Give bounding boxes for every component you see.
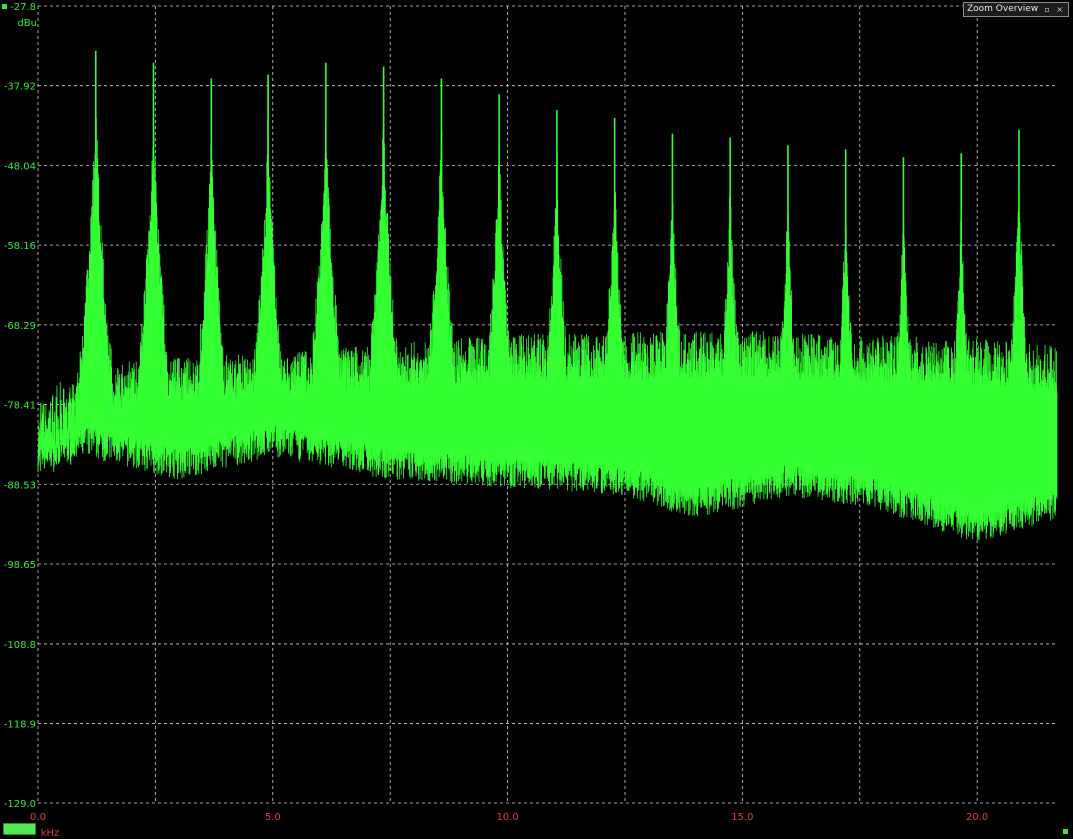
y-tick-label: -58.16 — [4, 241, 36, 252]
y-tick-label: -98.65 — [4, 560, 36, 571]
x-tick-label: 15.0 — [731, 812, 753, 823]
y-tick-label: -118.9 — [4, 719, 36, 730]
y-tick-label: -129.0 — [4, 799, 36, 810]
y-tick-label: -78.41 — [4, 401, 36, 412]
resize-handle-icon[interactable] — [1063, 829, 1068, 834]
y-tick-label: -68.29 — [4, 321, 36, 332]
x-tick-label: 0.0 — [30, 812, 46, 823]
zoom-overview-panel[interactable]: Zoom Overview ▫ × — [963, 2, 1069, 17]
y-axis-top-marker — [2, 4, 7, 9]
x-tick-label: 10.0 — [496, 812, 518, 823]
x-tick-label: 5.0 — [265, 812, 281, 823]
panel-window-buttons[interactable]: ▫ × — [1044, 3, 1065, 16]
y-unit-label: dBu — [17, 18, 37, 29]
y-tick-label: -108.8 — [4, 640, 36, 651]
x-unit-label: kHz — [41, 828, 60, 839]
spectrum-chart[interactable]: -27.8 -37.92 -48.04 -58.16 -68.29 -78.41 -88.5… — [0, 0, 1073, 839]
zoom-overview-title: Zoom Overview — [967, 4, 1039, 14]
x-tick-label: 20.0 — [966, 812, 988, 823]
y-tick-label: -37.92 — [4, 82, 36, 93]
y-tick-label: -48.04 — [4, 161, 36, 172]
y-tick-label: -27.8 — [10, 2, 36, 13]
y-tick-label: -88.53 — [4, 480, 36, 491]
x-start-marker[interactable] — [3, 823, 36, 835]
